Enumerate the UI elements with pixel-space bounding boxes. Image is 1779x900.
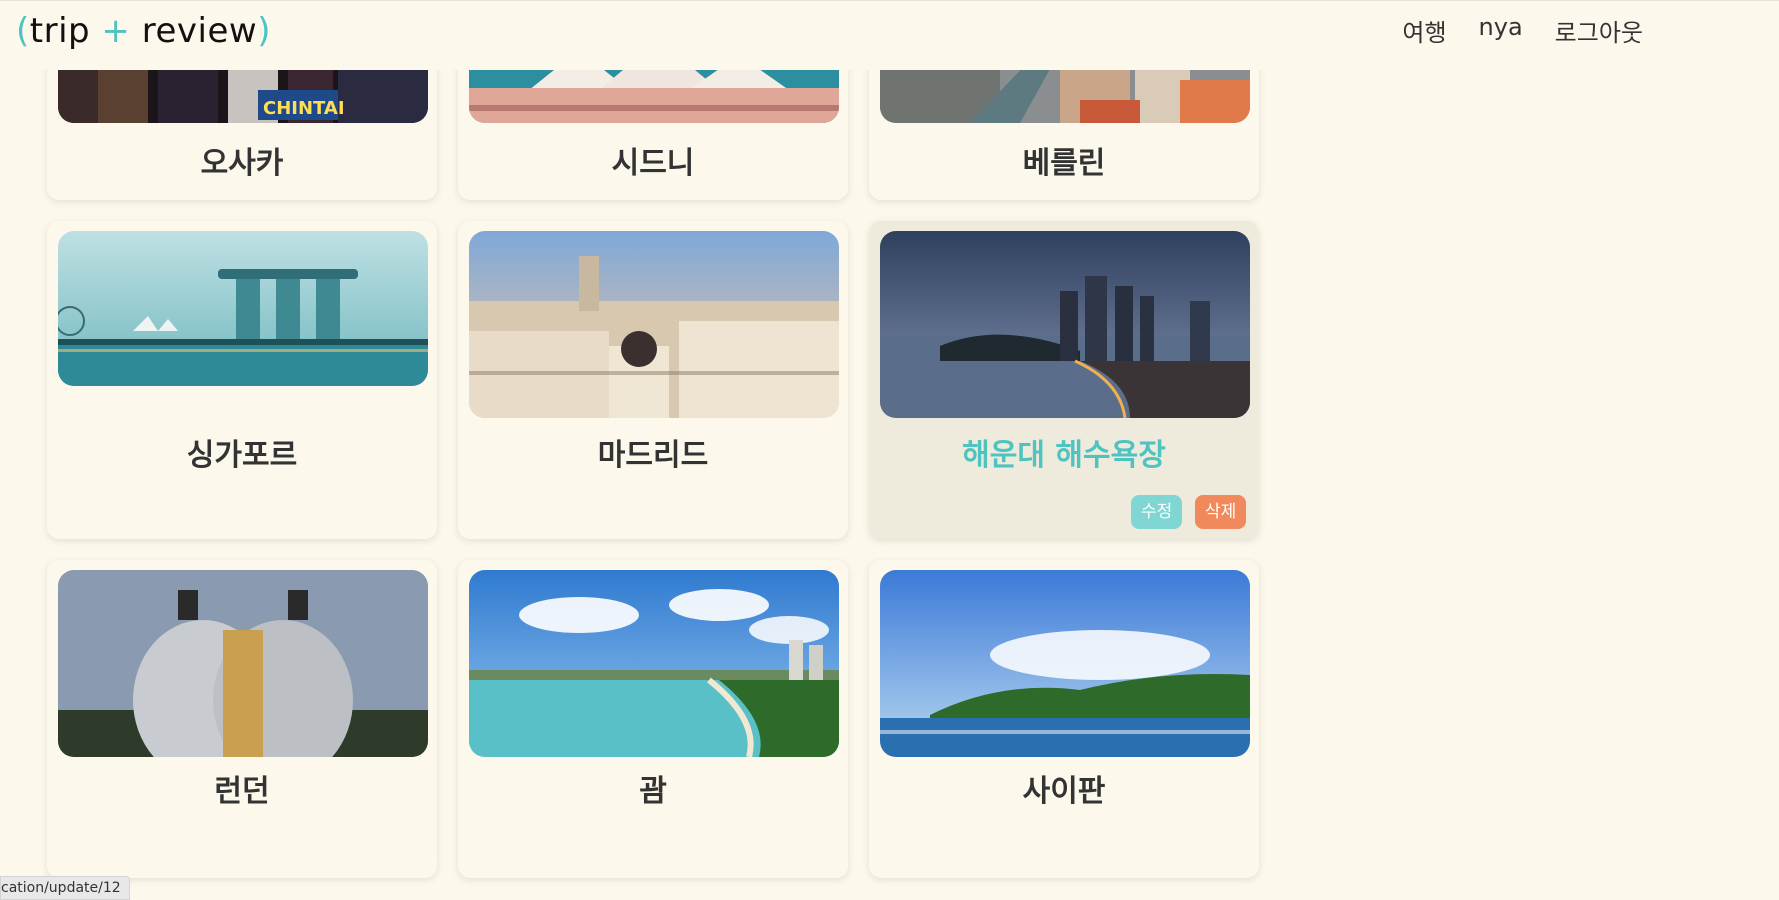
nav-logout[interactable]: 로그아웃 — [1555, 13, 1643, 48]
place-image-london — [58, 570, 428, 757]
place-image-haeundae — [880, 231, 1250, 418]
place-title: 베를린 — [1022, 146, 1106, 181]
svg-text:CHINTAI: CHINTAI — [263, 98, 345, 119]
place-title: 싱가포르 — [186, 438, 298, 473]
place-card[interactable]: 괌 — [458, 560, 848, 878]
delete-button[interactable]: 삭제 — [1195, 495, 1247, 529]
card-grid: CHINTAI 오사카 시드니 베를린 싱가포르 마드리드 해운대 해수욕장 수… — [0, 0, 1779, 900]
place-image-guam — [469, 570, 839, 757]
place-title: 오사카 — [200, 146, 284, 181]
place-title: 시드니 — [611, 146, 695, 181]
place-title: 해운대 해수욕장 — [962, 438, 1166, 473]
place-image-singapore — [58, 231, 428, 386]
place-card[interactable]: 해운대 해수욕장 수정 삭제 — [869, 221, 1259, 539]
place-title: 런던 — [214, 774, 270, 809]
place-card[interactable]: 사이판 — [869, 560, 1259, 878]
main-nav: 여행 nya 로그아웃 — [1402, 13, 1643, 48]
edit-button[interactable]: 수정 — [1131, 495, 1183, 529]
place-card[interactable]: 마드리드 — [458, 221, 848, 539]
place-image-saipan — [880, 570, 1250, 757]
place-card[interactable]: 런던 — [47, 560, 437, 878]
nav-trips[interactable]: 여행 — [1402, 13, 1446, 48]
place-title: 사이판 — [1022, 774, 1106, 809]
link-status-bar: cation/update/12 — [0, 876, 130, 900]
place-image-madrid — [469, 231, 839, 418]
site-logo[interactable]: (trip + review) — [16, 11, 271, 51]
place-title: 마드리드 — [597, 438, 709, 473]
top-navbar: (trip + review) 여행 nya 로그아웃 — [0, 0, 1779, 70]
place-card[interactable]: 싱가포르 — [47, 221, 437, 539]
place-title: 괌 — [639, 774, 667, 809]
nav-username[interactable]: nya — [1479, 13, 1523, 48]
